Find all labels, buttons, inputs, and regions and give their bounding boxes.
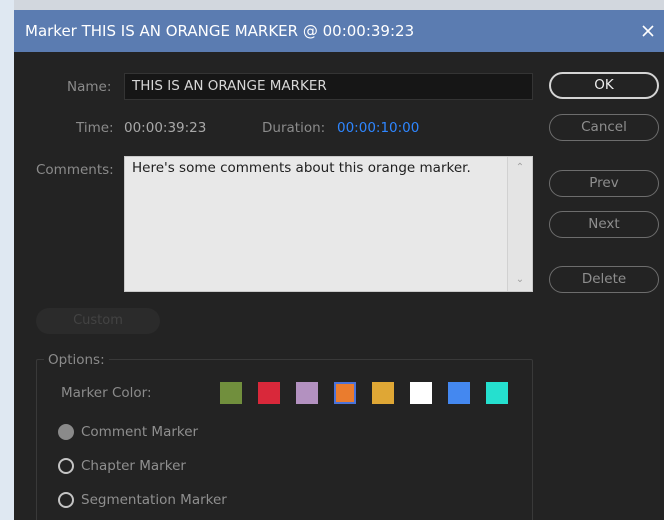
background-strip-left bbox=[0, 0, 14, 520]
comments-text: Here's some comments about this orange m… bbox=[132, 160, 471, 176]
marker-color-swatch-red[interactable] bbox=[258, 382, 280, 404]
time-value: 00:00:39:23 bbox=[124, 120, 207, 136]
radio-chapter-marker[interactable]: Chapter Marker bbox=[58, 456, 258, 476]
marker-color-swatch-green[interactable] bbox=[220, 382, 242, 404]
duration-label: Duration: bbox=[262, 120, 326, 136]
close-button[interactable] bbox=[640, 17, 664, 45]
radio-label: Chapter Marker bbox=[81, 458, 186, 474]
scroll-down-icon[interactable]: ⌄ bbox=[514, 274, 526, 286]
dialog-title: Marker THIS IS AN ORANGE MARKER @ 00:00:… bbox=[25, 22, 415, 40]
options-label: Options: bbox=[44, 351, 109, 369]
marker-color-swatch-blue[interactable] bbox=[448, 382, 470, 404]
background-strip-top bbox=[0, 0, 664, 10]
radio-button-icon[interactable] bbox=[58, 458, 74, 474]
radio-comment-marker[interactable]: Comment Marker bbox=[58, 422, 258, 442]
radio-button-icon[interactable] bbox=[58, 424, 74, 440]
delete-button[interactable]: Delete bbox=[549, 266, 659, 293]
duration-value[interactable]: 00:00:10:00 bbox=[337, 119, 419, 137]
comments-textarea[interactable]: Here's some comments about this orange m… bbox=[124, 156, 533, 292]
comments-scrollbar[interactable]: ⌃ ⌄ bbox=[507, 157, 532, 291]
cancel-button[interactable]: Cancel bbox=[549, 114, 659, 141]
marker-color-swatch-mauve[interactable] bbox=[296, 382, 318, 404]
comments-label: Comments: bbox=[36, 162, 114, 178]
radio-button-icon[interactable] bbox=[58, 492, 74, 508]
name-input[interactable]: THIS IS AN ORANGE MARKER bbox=[124, 73, 533, 100]
marker-color-swatch-yellow[interactable] bbox=[372, 382, 394, 404]
radio-label: Comment Marker bbox=[81, 424, 199, 440]
marker-color-label: Marker Color: bbox=[61, 385, 152, 401]
close-icon bbox=[642, 25, 654, 37]
scroll-up-icon[interactable]: ⌃ bbox=[514, 162, 526, 174]
ok-button[interactable]: OK bbox=[549, 72, 659, 99]
radio-segmentation-marker[interactable]: Segmentation Marker bbox=[58, 490, 258, 510]
radio-label: Segmentation Marker bbox=[81, 492, 227, 508]
time-label: Time: bbox=[76, 120, 114, 136]
dialog-titlebar: Marker THIS IS AN ORANGE MARKER @ 00:00:… bbox=[14, 10, 664, 52]
marker-color-swatch-orange[interactable] bbox=[334, 382, 356, 404]
name-label: Name: bbox=[67, 79, 112, 95]
marker-color-swatch-white[interactable] bbox=[410, 382, 432, 404]
marker-color-swatch-cyan[interactable] bbox=[486, 382, 508, 404]
next-button[interactable]: Next bbox=[549, 211, 659, 238]
custom-button[interactable]: Custom bbox=[36, 308, 160, 334]
prev-button[interactable]: Prev bbox=[549, 170, 659, 197]
marker-dialog: Marker THIS IS AN ORANGE MARKER @ 00:00:… bbox=[14, 10, 664, 520]
